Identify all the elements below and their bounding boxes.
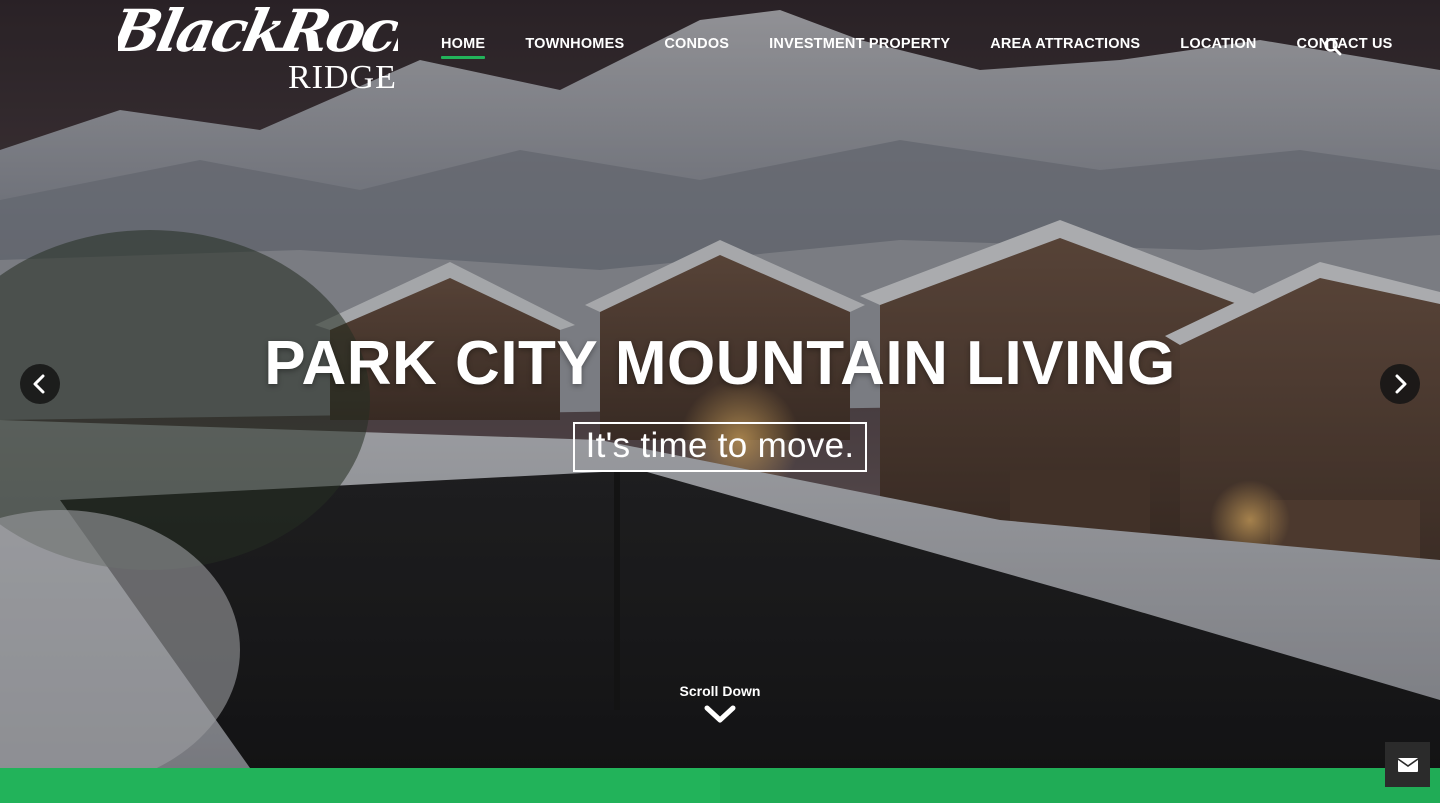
nav-item-home[interactable]: HOME: [441, 36, 486, 59]
nav-item-townhomes[interactable]: TOWNHOMES: [525, 36, 624, 56]
hero-tagline-button[interactable]: It's time to move.: [572, 422, 868, 472]
nav-item-condos[interactable]: CONDOS: [664, 36, 729, 56]
main-nav: HOME TOWNHOMES CONDOS INVESTMENT PROPERT…: [441, 36, 1433, 60]
search-icon: [1324, 38, 1342, 56]
nav-item-area-attractions[interactable]: AREA ATTRACTIONS: [990, 36, 1140, 56]
scroll-down-label: Scroll Down: [679, 683, 761, 699]
envelope-icon: [1397, 757, 1418, 772]
chevron-left-icon: [33, 374, 45, 394]
chevron-right-icon: [1395, 374, 1407, 394]
carousel-next-button[interactable]: [1380, 364, 1420, 404]
green-strip-overlay: [720, 768, 1440, 803]
site-logo[interactable]: BlackRock RIDGE: [103, 0, 439, 96]
svg-text:RIDGE: RIDGE: [288, 59, 397, 96]
contact-mail-button[interactable]: [1385, 742, 1430, 787]
carousel-prev-button[interactable]: [20, 364, 60, 404]
blackrock-ridge-logo: BlackRock RIDGE: [103, 0, 439, 96]
hero-tagline-container: It's time to move.: [0, 422, 1440, 472]
svg-text:BlackRock: BlackRock: [118, 0, 398, 65]
nav-item-contact-us[interactable]: CONTACT US: [1297, 36, 1393, 56]
nav-item-investment-property[interactable]: INVESTMENT PROPERTY: [769, 36, 950, 56]
hero-banner: BlackRock RIDGE HOME TOWNHOMES CONDOS IN…: [0, 0, 1440, 768]
search-button[interactable]: [1323, 37, 1343, 57]
chevron-down-icon: [704, 705, 736, 723]
green-section-strip: [0, 768, 1440, 803]
scroll-down-button[interactable]: Scroll Down: [660, 683, 780, 725]
nav-item-location[interactable]: LOCATION: [1180, 36, 1256, 56]
hero-headline: PARK CITY MOUNTAIN LIVING: [264, 329, 1176, 398]
